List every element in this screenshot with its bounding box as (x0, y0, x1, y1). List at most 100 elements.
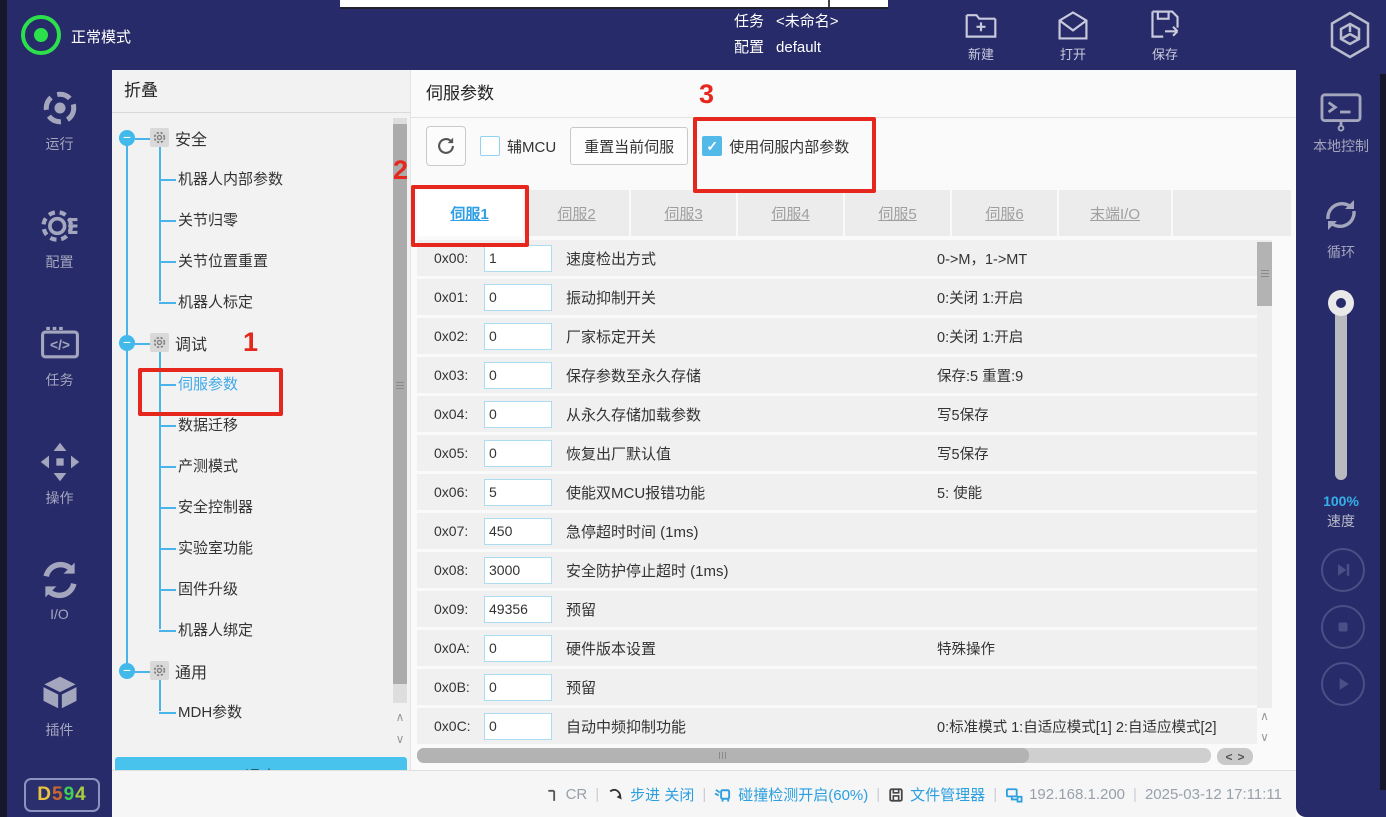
tree-item-robot-binding[interactable]: 机器人绑定 (112, 609, 390, 650)
local-control-button[interactable]: 本地控制 (1296, 92, 1386, 156)
tree-item-servo-params[interactable]: 伺服参数 (112, 363, 390, 404)
scroll-up-icon[interactable]: ∧ (393, 706, 407, 728)
tree-scrollbar[interactable] (393, 118, 407, 703)
open-file-icon (1055, 8, 1091, 42)
tab-servo-5[interactable]: 伺服5 (845, 190, 950, 236)
sidebar-item-run[interactable]: 运行 (38, 86, 82, 154)
aux-mcu-checkbox-group[interactable]: 辅MCU (480, 136, 556, 157)
tab-servo-4[interactable]: 伺服4 (738, 190, 843, 236)
scroll-right-icon[interactable]: > (1238, 750, 1245, 764)
tree-item-robot-internal-params[interactable]: 机器人内部参数 (112, 158, 390, 199)
param-value-input[interactable] (484, 713, 552, 740)
param-value-input[interactable] (484, 284, 552, 311)
param-row-0x0b: 0x0B:预留 (417, 669, 1257, 705)
param-row-0x0c: 0x0C:自动中频抑制功能0:标准模式 1:自适应模式[1] 2:自适应模式[2… (417, 708, 1257, 744)
param-value-input[interactable] (484, 401, 552, 428)
collapse-icon[interactable]: − (119, 663, 135, 679)
param-value-input[interactable] (484, 674, 552, 701)
param-row-0x04: 0x04:从永久存储加载参数写5保存 (417, 396, 1257, 432)
speed-slider-track[interactable] (1335, 310, 1347, 480)
param-name: 使能双MCU报错功能 (566, 482, 705, 503)
scroll-down-icon[interactable]: ∨ (393, 728, 407, 750)
collapse-icon[interactable]: − (119, 130, 135, 146)
tab-servo-2[interactable]: 伺服2 (524, 190, 629, 236)
brand-logo (1322, 7, 1378, 63)
tree-item-lab-features[interactable]: 实验室功能 (112, 527, 390, 568)
new-button[interactable]: 新建 (953, 8, 1009, 63)
local-control-label: 本地控制 (1313, 136, 1369, 156)
table-vscroll-buttons[interactable]: ∧∨ (1257, 706, 1272, 748)
tree-item-joint-position-reset[interactable]: 关节位置重置 (112, 240, 390, 281)
tree-scroll-buttons[interactable]: ∧∨ (393, 706, 407, 750)
reset-current-servo-button[interactable]: 重置当前伺服 (570, 127, 688, 165)
tree-group-debug[interactable]: −调试 (112, 322, 390, 363)
tree-item-mdh-params[interactable]: MDH参数 (112, 691, 390, 732)
param-value-input[interactable] (484, 557, 552, 584)
aux-mcu-checkbox[interactable] (480, 136, 500, 156)
tree-item-label: 关节位置重置 (178, 250, 268, 271)
param-value-input[interactable] (484, 245, 552, 272)
sidebar-item-label: 操作 (46, 488, 74, 508)
use-internal-params-checkbox-group[interactable]: ✓ 使用伺服内部参数 (702, 136, 849, 157)
param-value-input[interactable] (484, 323, 552, 350)
tree-scrollbar-thumb[interactable] (393, 124, 407, 684)
gear-icon (152, 130, 167, 145)
tree-item-robot-calibration[interactable]: 机器人标定 (112, 281, 390, 322)
sidebar-item-plugin[interactable]: 插件 (38, 672, 82, 740)
scroll-down-icon[interactable]: ∨ (1257, 727, 1272, 748)
tree-item-production-test-mode[interactable]: 产测模式 (112, 445, 390, 486)
task-line: 任务<未命名> (734, 9, 839, 35)
collision-detect-toggle[interactable]: 碰撞检测开启(60%) (738, 784, 868, 805)
open-button[interactable]: 打开 (1045, 8, 1101, 63)
tree-group-general[interactable]: −通用 (112, 650, 390, 691)
file-manager-button[interactable]: 文件管理器 (910, 784, 985, 805)
table-hscroll-buttons[interactable]: <> (1217, 748, 1253, 765)
sidebar-item-operate[interactable]: 操作 (38, 440, 82, 508)
param-value-input[interactable] (484, 362, 552, 389)
table-vscroll-thumb[interactable] (1257, 242, 1272, 306)
task-label: 任务 (734, 13, 764, 30)
sidebar-item-io[interactable]: I/O (38, 558, 82, 622)
param-value-input[interactable] (484, 635, 552, 662)
save-button[interactable]: 保存 (1137, 8, 1193, 63)
tab-label: 伺服1 (450, 203, 488, 224)
sidebar-item-label: 运行 (46, 134, 74, 154)
sidebar-item-config[interactable]: 配置 (38, 204, 82, 272)
tree-item-data-migration[interactable]: 数据迁移 (112, 404, 390, 445)
table-horizontal-scrollbar[interactable] (417, 748, 1211, 763)
tab-servo-3[interactable]: 伺服3 (631, 190, 736, 236)
collapse-icon[interactable]: − (119, 335, 135, 351)
refresh-button[interactable] (426, 126, 466, 166)
play-button[interactable] (1321, 662, 1365, 706)
param-address: 0x04: (434, 406, 484, 422)
stop-button[interactable] (1321, 605, 1365, 649)
param-name: 保存参数至永久存储 (566, 365, 701, 386)
tree-group-safety[interactable]: −安全 (112, 117, 390, 158)
gear-icon-box (150, 333, 169, 352)
table-vertical-scrollbar[interactable] (1257, 240, 1272, 708)
param-value-input[interactable] (484, 479, 552, 506)
param-value-input[interactable] (484, 440, 552, 467)
step-forward-button[interactable] (1321, 548, 1365, 592)
tab-servo-1[interactable]: 伺服1 (417, 190, 522, 236)
param-name: 从永久存储加载参数 (566, 404, 701, 425)
tree-item-firmware-upgrade[interactable]: 固件升级 (112, 568, 390, 609)
sidebar-item-label: 配置 (46, 252, 74, 272)
param-row-0x0a: 0x0A:硬件版本设置特殊操作 (417, 630, 1257, 666)
param-value-input[interactable] (484, 596, 552, 623)
sidebar-item-task[interactable]: </>任务 (38, 322, 82, 390)
step-mode-toggle[interactable]: 步进 关闭 (630, 784, 694, 805)
loop-button[interactable]: 循环 (1296, 192, 1386, 262)
table-hscroll-thumb[interactable] (417, 748, 1029, 763)
tab-servo-6[interactable]: 伺服6 (952, 190, 1057, 236)
param-value-input[interactable] (484, 518, 552, 545)
tree-item-safety-controller[interactable]: 安全控制器 (112, 486, 390, 527)
scroll-left-icon[interactable]: < (1225, 750, 1232, 764)
use-internal-params-checkbox[interactable]: ✓ (702, 136, 722, 156)
scroll-up-icon[interactable]: ∧ (1257, 706, 1272, 727)
speed-slider-knob[interactable] (1328, 290, 1354, 316)
tree-item-joint-zeroing[interactable]: 关节归零 (112, 199, 390, 240)
param-row-0x01: 0x01:振动抑制开关0:关闭 1:开启 (417, 279, 1257, 315)
tab-end-io[interactable]: 末端I/O (1059, 190, 1171, 236)
right-sidebar: 本地控制 循环 100% 速度 (1296, 70, 1386, 817)
